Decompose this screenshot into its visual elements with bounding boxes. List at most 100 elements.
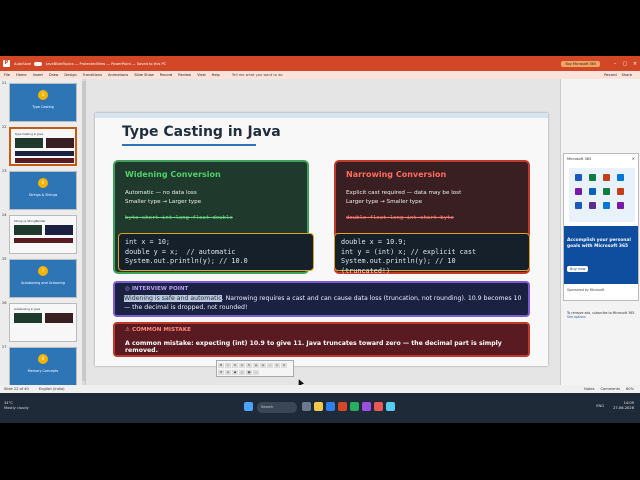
app-icon[interactable] [362,402,371,411]
zoom-level[interactable]: 60% [626,387,634,391]
slide-thumbnail[interactable]: Autoboxing in Java [9,303,77,342]
widening-line-2: Smaller type → Larger type [125,199,202,205]
font-size-icon[interactable]: A [225,369,231,375]
app-icon[interactable] [374,402,383,411]
mistake-heading-text: COMMON MISTAKE [131,327,191,333]
tab-animations[interactable]: Animations [108,73,128,77]
underline-icon[interactable]: U [232,362,238,368]
store-icon[interactable] [350,402,359,411]
bold-icon[interactable]: B [218,362,224,368]
app-icon[interactable] [386,402,395,411]
thumbnail-panel [14,238,73,243]
ad-close-icon[interactable]: × [632,156,635,161]
slide-count: Slide 22 of 40 [4,387,29,391]
file-explorer-icon[interactable] [314,402,323,411]
slide-thumbnail[interactable]: 8 Memory Concepts [9,347,77,385]
tab-home[interactable]: Home [16,73,27,77]
interview-heading: ◎ INTERVIEW POINT [125,286,188,292]
scrollbar-thumb[interactable] [82,81,85,381]
thumbnail-row[interactable]: 25 7 Autoboxing and Unboxing [0,257,85,299]
tab-review[interactable]: Review [178,73,191,77]
narrowing-code-block[interactable]: double x = 10.9; int y = (int) x; // exp… [334,233,530,275]
maximize-icon[interactable]: ▢ [620,61,630,67]
buy-microsoft-365-button[interactable]: Buy Microsoft 365 [561,60,600,67]
narrowing-panel[interactable]: Narrowing Conversion Explicit cast requi… [334,160,530,275]
record-button[interactable]: Record [604,73,616,77]
tab-file[interactable]: File [4,73,10,77]
thumbnail-row[interactable]: 26 Autoboxing in Java [0,301,85,343]
thumbnail-scrollbar[interactable] [82,79,85,385]
tab-slide-show[interactable]: Slide Show [134,73,154,77]
interview-point-box[interactable]: ◎ INTERVIEW POINT Widening is safe and a… [113,281,530,317]
section-number-badge: 8 [38,354,48,364]
autosave-label: AutoSave [14,61,32,66]
edge-icon[interactable] [326,402,335,411]
clock[interactable]: 14:09 27-06-2026 [613,401,634,411]
italic-icon[interactable]: I [225,362,231,368]
tab-design[interactable]: Design [64,73,76,77]
thumbnail-row[interactable]: 27 8 Memory Concepts [0,345,85,385]
powerpoint-taskbar-icon[interactable] [338,402,347,411]
mini-formatting-toolbar[interactable]: B I U A ✎ ≡ ≡ • 1 S ✉ A ◆ ◇ ▦ … [216,360,294,377]
outlook-icon [617,174,624,181]
slide-canvas[interactable]: Type Casting in Java Widening Conversion… [95,113,548,366]
language-tray[interactable]: ENG [596,404,604,408]
onedrive-icon [589,188,596,195]
slide-number: 21 [2,81,7,85]
thumbnail-panel [45,225,73,235]
more-icon[interactable]: … [253,369,259,375]
see-options-link[interactable]: See options [567,315,637,319]
thumbnail-row[interactable]: 23 6 Strings & Strings [0,169,85,211]
tab-insert[interactable]: Insert [33,73,43,77]
highlight-icon[interactable]: ✎ [246,362,252,368]
minimize-icon[interactable]: – [610,61,620,67]
slide-thumbnail-selected[interactable]: Type Casting in Java [9,127,77,166]
share-button[interactable]: Share [622,73,632,77]
tab-view[interactable]: View [197,73,206,77]
tab-draw[interactable]: Draw [49,73,58,77]
slide-thumbnail[interactable]: 6 Strings & Strings [9,171,77,210]
slide-number: 25 [2,257,7,261]
widening-panel[interactable]: Widening Conversion Automatic — no data … [113,160,314,274]
thumbnail-row[interactable]: 24 String vs StringBuilder [0,213,85,255]
arrange-icon[interactable]: ▦ [246,369,252,375]
shape-fill-icon[interactable]: ◆ [232,369,238,375]
tab-help[interactable]: Help [212,73,220,77]
align-left-icon[interactable]: ≡ [253,362,259,368]
thumbnail-row[interactable]: 22 Type Casting in Java [0,125,85,167]
font-color-icon[interactable]: A [239,362,245,368]
tell-me-search[interactable]: Tell me what you want to do [232,73,283,77]
notes-button[interactable]: Notes [584,387,594,391]
slide-thumbnail[interactable]: 7 Autoboxing and Unboxing [9,259,77,298]
powerpoint-logo-icon: P [3,60,10,67]
style-icon[interactable]: S [281,362,287,368]
microsoft-365-ad[interactable]: Microsoft 365 × Accomplish your personal… [563,153,639,301]
comments-button[interactable]: Comments [601,387,620,391]
interview-text[interactable]: Widening is safe and automatic. Narrowin… [124,295,522,312]
language-indicator[interactable]: English (India) [39,387,65,391]
slide-thumbnail[interactable]: 5 Type Casting [9,83,77,122]
taskbar-search[interactable]: Search [257,402,297,413]
slide-thumbnail[interactable]: String vs StringBuilder [9,215,77,254]
shape-outline-icon[interactable]: ◇ [239,369,245,375]
slide-number: 23 [2,169,7,173]
bullets-icon[interactable]: • [267,362,273,368]
widening-code-block[interactable]: int x = 10; double y = x; // automatic S… [118,233,314,271]
text-selection[interactable]: Widening is safe and automatic [124,295,222,302]
tab-transitions[interactable]: Transitions [83,73,102,77]
align-center-icon[interactable]: ≡ [260,362,266,368]
slide-title[interactable]: Type Casting in Java [122,124,281,140]
tab-record[interactable]: Record [160,73,172,77]
slide-number: 26 [2,301,7,305]
file-name: JavaBibleTopics — ProtectedView — PowerP… [46,61,167,66]
close-icon[interactable]: × [630,61,640,67]
new-comment-icon[interactable]: ✉ [218,369,224,375]
ad-buy-now-button[interactable]: Buy now [567,266,589,272]
weather-widget[interactable]: 34°C Mostly cloudy [4,401,29,411]
thumbnail-row[interactable]: 21 5 Type Casting [0,81,85,123]
task-view-icon[interactable] [302,402,311,411]
autosave-toggle[interactable] [34,61,43,66]
common-mistake-box[interactable]: ⚠ COMMON MISTAKE A common mistake: expec… [113,322,530,357]
start-icon[interactable] [244,402,253,411]
numbering-icon[interactable]: 1 [274,362,280,368]
